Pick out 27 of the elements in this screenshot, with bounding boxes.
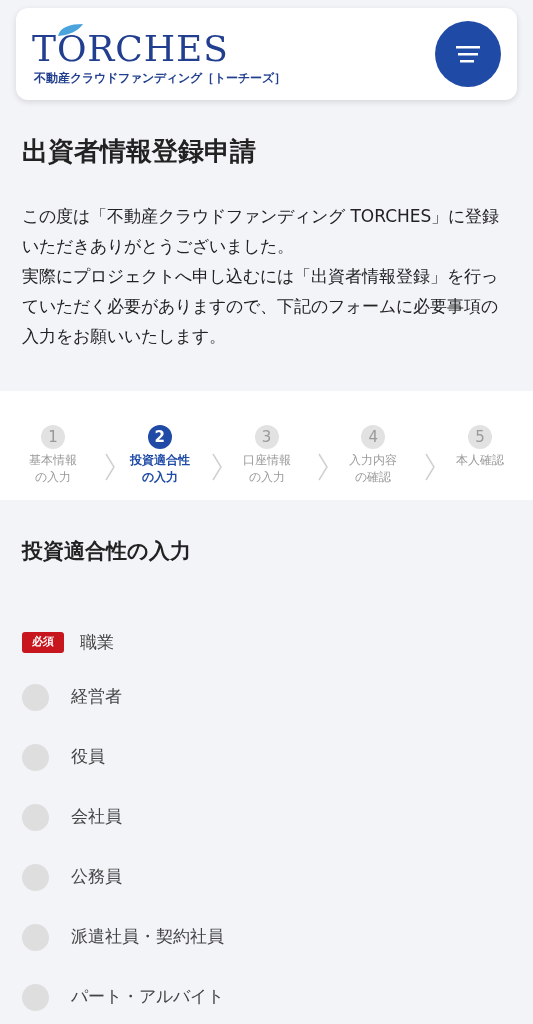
intro-paragraph: 実際にプロジェクトへ申し込むには「出資者情報登録」を行っていただく必要がありますので、下記のフォームに必要事項の入力をお願いいたします。 — [22, 265, 499, 348]
chevron-icon — [211, 453, 222, 481]
radio-button[interactable] — [22, 683, 49, 711]
logo[interactable]: TORCHES — [32, 28, 229, 69]
step[interactable]: 2 投資適合性 の入力 — [116, 425, 203, 486]
radio-option[interactable]: 会社員 — [22, 787, 511, 847]
logo-tagline: 不動産クラウドファンディング［トーチーズ］ — [34, 70, 286, 86]
radio-button[interactable] — [22, 803, 49, 831]
radio-button[interactable] — [22, 983, 49, 1011]
radio-option[interactable]: 派遣社員・契約社員 — [22, 907, 511, 967]
radio-option[interactable]: 経営者 — [22, 667, 511, 727]
leaf-icon — [56, 22, 84, 37]
required-badge: 必須 — [22, 632, 64, 653]
intro-paragraph: この度は「不動産クラウドファンディング TORCHES」に登録いただきありがとうございました。 — [22, 205, 501, 258]
menu-icon — [456, 45, 480, 63]
radio-button[interactable] — [22, 863, 49, 891]
section-title: 投資適合性の入力 — [22, 538, 192, 565]
page-title: 出資者情報登録申請 — [22, 135, 257, 168]
radio-button[interactable] — [22, 923, 49, 951]
field-label: 職業 — [80, 630, 114, 654]
radio-button[interactable] — [22, 743, 49, 771]
chevron-icon — [425, 453, 435, 481]
chevron-icon — [104, 453, 115, 481]
radio-option[interactable]: 役員 — [22, 727, 511, 787]
radio-option[interactable]: 公務員 — [22, 847, 511, 907]
chevron-icon — [318, 453, 329, 481]
radio-option[interactable]: パート・アルバイト — [22, 967, 511, 1024]
